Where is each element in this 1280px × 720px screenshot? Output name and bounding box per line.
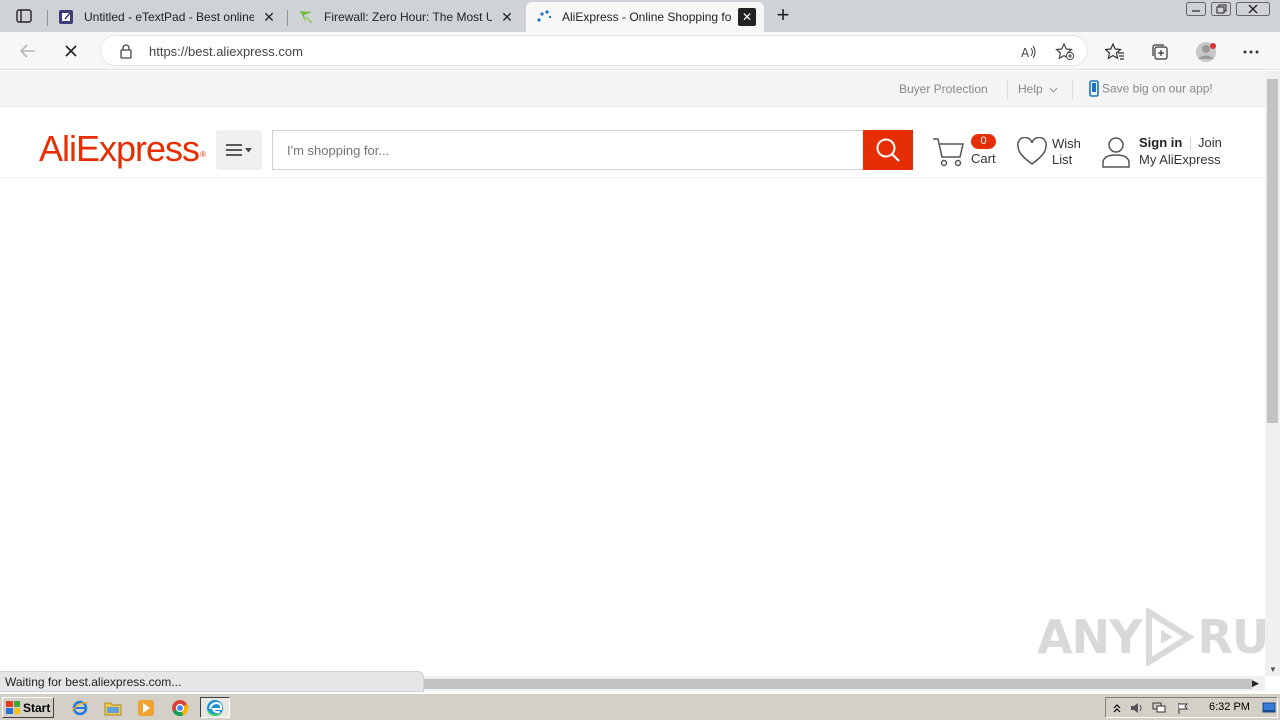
sign-in-link[interactable]: Sign in [1139,135,1182,150]
restore-icon[interactable] [1209,0,1233,18]
start-label: Start [23,700,51,715]
tab-title: Untitled - eTextPad - Best online Notepa… [84,10,254,24]
back-arrow-icon[interactable] [16,39,40,63]
status-bubble: Waiting for best.aliexpress.com... [0,671,424,692]
start-button[interactable]: Start [2,697,54,718]
cart-label: Cart [971,151,996,166]
tab-title: Firewall: Zero Hour: The Most Unique [324,10,492,24]
tab-actions-icon[interactable] [8,5,40,27]
wishlist-button[interactable]: Wish List [1016,135,1088,171]
file-explorer-icon[interactable] [101,697,125,718]
wishlist-label: Wish List [1052,136,1081,167]
browser-tab-strip: Untitled - eTextPad - Best online Notepa… [0,0,1280,32]
tray-expand-icon[interactable] [1110,701,1124,715]
app-promo-link[interactable]: Save big on our app! [1089,80,1213,97]
show-desktop-icon[interactable] [1262,701,1276,715]
search-button[interactable] [863,130,913,170]
cart-count-badge: 0 [971,134,996,149]
lock-icon[interactable] [119,43,133,62]
horizontal-scroll-thumb[interactable] [424,679,1252,689]
scroll-down-arrow-icon[interactable]: ▼ [1269,665,1277,674]
loading-spinner-favicon [536,9,552,25]
watermark-left: ANY [1037,610,1142,664]
buyer-protection-link[interactable]: Buyer Protection [899,82,988,96]
stop-loading-icon[interactable] [59,39,83,63]
internet-explorer-icon[interactable] [68,697,92,718]
media-player-icon[interactable] [134,697,158,718]
menu-hamburger-icon [226,144,252,156]
system-tray: 6:32 PM [1105,697,1278,718]
profile-avatar[interactable] [1195,41,1217,63]
tab-close-button[interactable]: ✕ [260,8,278,26]
favorites-icon[interactable] [1104,41,1126,63]
minimize-icon[interactable] [1184,0,1208,18]
search-icon [876,138,900,162]
browser-toolbar: https://best.aliexpress.com A [0,32,1280,70]
anyrun-watermark: ANY RUN [1037,608,1280,666]
cart-button[interactable]: 0 Cart [932,134,1002,170]
my-aliexpress-link[interactable]: My AliExpress [1139,152,1221,167]
user-icon [1102,137,1130,168]
url-text[interactable]: https://best.aliexpress.com [149,44,303,59]
windows-taskbar: Start 6:32 PM [0,693,1280,720]
vertical-scroll-thumb[interactable] [1267,79,1278,423]
network-icon[interactable] [1152,701,1166,715]
svg-text:A: A [1021,46,1030,60]
clock[interactable]: 6:32 PM [1209,701,1250,713]
cart-icon [933,138,964,167]
logo-registered-mark: ® [200,150,206,159]
phone-icon [1089,80,1099,97]
collections-icon[interactable] [1149,41,1171,63]
search-input[interactable] [272,130,864,170]
vertical-scrollbar[interactable]: ▼ [1265,71,1280,676]
tab-close-button[interactable]: ✕ [498,8,516,26]
heart-icon [1017,137,1047,165]
join-link[interactable]: Join [1198,135,1222,150]
tab-title: AliExpress - Online Shopping for Popular [562,10,732,24]
add-favorite-icon[interactable] [1055,42,1075,62]
top-utility-bar: Buyer Protection Help Save big on our ap… [0,71,1265,107]
etextpad-favicon [58,9,74,25]
play-triangle-icon [1146,608,1196,666]
more-menu-icon[interactable] [1240,41,1262,63]
address-bar[interactable]: https://best.aliexpress.com A [100,35,1088,66]
windows-logo-icon [6,701,20,714]
logo-text: AliExpress [39,128,200,169]
app-promo-label: Save big on our app! [1102,81,1213,96]
firewall-favicon [298,9,314,25]
browser-tab-firewall[interactable]: Firewall: Zero Hour: The Most Unique ✕ [287,2,524,32]
help-label: Help [1018,82,1043,96]
read-aloud-icon[interactable]: A [1019,42,1039,62]
browser-tab-aliexpress[interactable]: AliExpress - Online Shopping for Popular… [526,2,764,32]
chevron-down-icon [1049,87,1058,93]
scroll-right-arrow-icon[interactable]: ▶ [1252,678,1259,689]
action-center-flag-icon[interactable] [1176,701,1190,715]
help-link[interactable]: Help [1018,82,1058,96]
browser-tab-etextpad[interactable]: Untitled - eTextPad - Best online Notepa… [47,2,286,32]
close-window-icon[interactable] [1236,0,1270,18]
web-page: Buyer Protection Help Save big on our ap… [0,71,1265,671]
aliexpress-logo[interactable]: AliExpress® [39,129,206,169]
new-tab-button[interactable]: + [772,4,794,27]
chrome-icon[interactable] [168,697,192,718]
volume-icon[interactable] [1130,701,1144,715]
tab-close-button[interactable]: ✕ [738,8,756,26]
edge-icon[interactable] [200,697,230,718]
account-menu[interactable]: Sign in Join My AliExpress [1102,135,1232,171]
site-header: AliExpress® 0 Cart Wish List Sign in Joi… [0,107,1265,178]
categories-menu-button[interactable] [216,130,262,170]
